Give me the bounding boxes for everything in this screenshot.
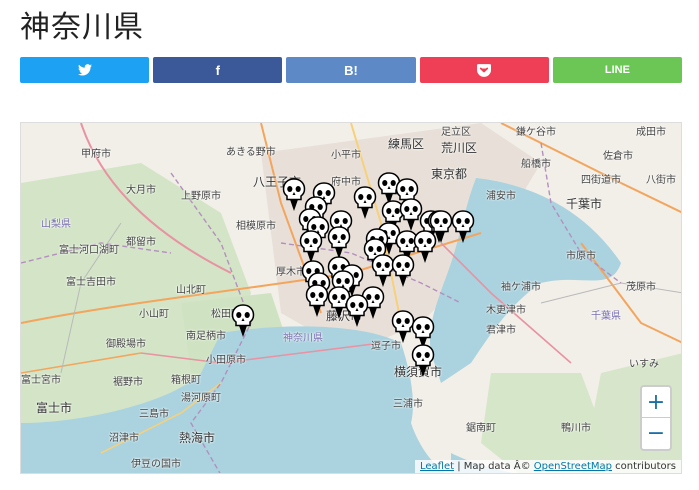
zoom-control: + − (640, 385, 672, 451)
attribution-suffix: contributors (612, 461, 676, 472)
share-bar: f B! LINE (20, 57, 683, 83)
map-label: 袖ケ浦市 (501, 282, 541, 293)
skull-marker-icon[interactable] (327, 226, 351, 260)
facebook-icon: f (215, 62, 220, 78)
map-label: 沼津市 (109, 433, 139, 444)
map-label: 佐倉市 (603, 151, 633, 162)
map-label: 茂原市 (626, 282, 656, 293)
map-label: 浦安市 (486, 191, 516, 202)
skull-marker-icon[interactable] (451, 210, 475, 244)
map-attribution: Leaflet | Map data Â© OpenStreetMap cont… (415, 460, 681, 473)
skull-marker-icon[interactable] (231, 304, 255, 338)
map-label: 小山町 (139, 309, 169, 320)
map-label: 成田市 (636, 127, 666, 138)
map-label: 練馬区 (388, 137, 425, 151)
map-label: 君津市 (486, 325, 516, 336)
skull-marker-icon[interactable] (282, 178, 306, 212)
map-label: 上野原市 (181, 191, 221, 202)
skull-marker-icon[interactable] (429, 210, 453, 244)
map-label: 鎌ケ谷市 (516, 127, 556, 138)
map-label: 裾野市 (113, 377, 143, 388)
map-label: 小平市 (331, 150, 361, 161)
zoom-out-button[interactable]: − (642, 417, 670, 448)
map-label: 相模原市 (236, 221, 276, 232)
map-label: 木更津市 (486, 305, 526, 316)
map-label: 箱根町 (171, 375, 201, 386)
hatena-share-button[interactable]: B! (286, 57, 416, 83)
map-label: 足立区 (441, 127, 471, 138)
map-label: 鴨川市 (561, 423, 591, 434)
map-label: いすみ (629, 359, 659, 370)
map-label: 富士市 (36, 401, 73, 415)
map-label: 山北町 (176, 285, 206, 296)
map-label: 都留市 (126, 237, 156, 248)
twitter-share-button[interactable] (20, 57, 150, 83)
map-label: 富士河口湖町 (59, 245, 119, 256)
map-label: あきる野市 (226, 147, 276, 158)
map-label: 富士宮市 (21, 375, 61, 386)
twitter-icon (77, 64, 92, 76)
line-label: LINE (604, 64, 630, 76)
page-title: 神奈川県 (20, 10, 144, 45)
map-label: 東京都 (431, 167, 468, 181)
skull-marker-icon[interactable] (353, 186, 377, 220)
map-label: 八街市 (646, 175, 676, 186)
map-label: 千葉県 (591, 311, 621, 322)
hatena-bookmark-icon: B! (344, 62, 358, 78)
skull-marker-icon[interactable] (411, 344, 435, 378)
skull-marker-icon[interactable] (391, 254, 415, 288)
map-label: 南足柄市 (186, 331, 226, 342)
map-label: 市原市 (566, 251, 596, 262)
pocket-icon (477, 63, 492, 77)
map-label: 甲府市 (81, 149, 111, 160)
map-label: 三浦市 (393, 399, 423, 410)
osm-link[interactable]: OpenStreetMap (534, 461, 612, 472)
map-label: 湯河原町 (181, 393, 221, 404)
facebook-share-button[interactable]: f (153, 57, 283, 83)
leaflet-link[interactable]: Leaflet (420, 461, 454, 472)
skull-marker-icon[interactable] (345, 294, 369, 328)
attribution-text: | Map data Â© (454, 461, 534, 472)
map-label: 御殿場市 (106, 339, 146, 350)
map-label: 伊豆の国市 (131, 459, 181, 470)
map-label: 船橋市 (521, 159, 551, 170)
map-label: 千葉市 (566, 197, 603, 211)
map-label: 小田原市 (206, 355, 246, 366)
zoom-in-button[interactable]: + (642, 387, 670, 417)
map-label: 三島市 (139, 409, 169, 420)
map-label: 鋸南町 (466, 423, 496, 434)
skull-marker-icon[interactable] (299, 230, 323, 264)
map-label: 神奈川県 (283, 333, 323, 344)
map[interactable]: 甲府市 あきる野市 練馬区 足立区 鎌ケ谷市 成田市 小平市 荒川区 船橋市 佐… (20, 122, 682, 474)
map-label: 荒川区 (441, 141, 478, 155)
skull-marker-icon[interactable] (305, 284, 329, 318)
map-label: 山梨県 (41, 219, 71, 230)
line-share-button[interactable]: LINE (552, 57, 683, 83)
map-label: 熱海市 (179, 431, 216, 445)
map-label: 四街道市 (581, 175, 621, 186)
map-label: 大月市 (126, 185, 156, 196)
pocket-share-button[interactable] (419, 57, 549, 83)
map-label: 富士吉田市 (66, 277, 116, 288)
